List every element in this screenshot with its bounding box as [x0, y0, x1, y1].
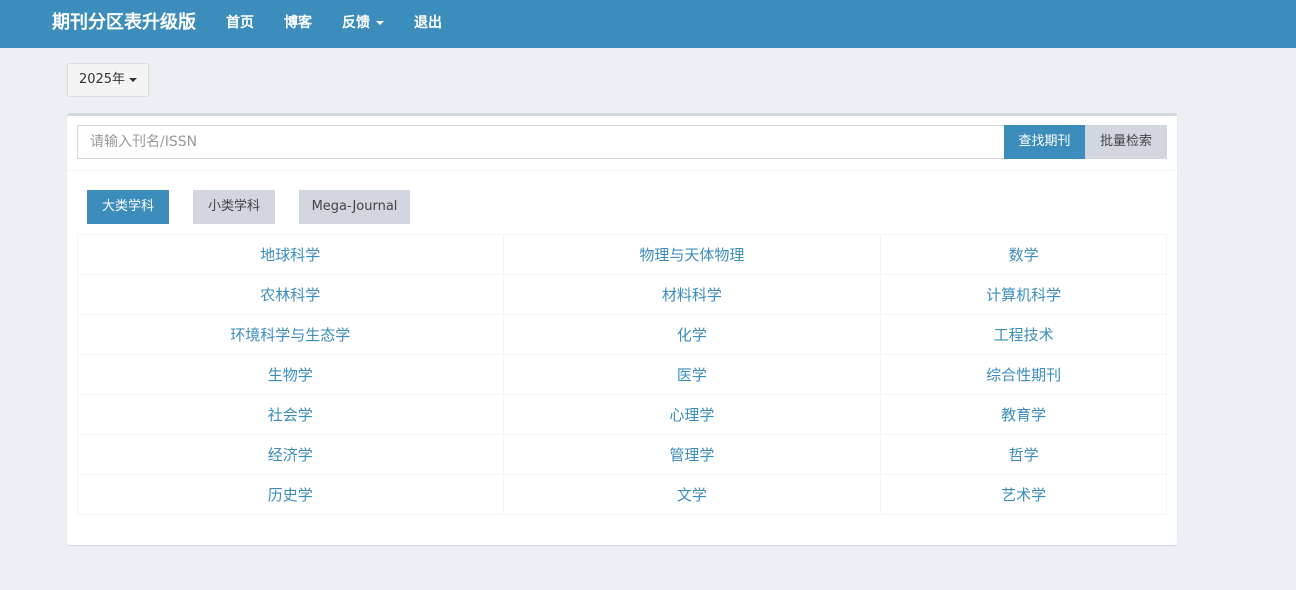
- subject-link[interactable]: 工程技术: [994, 326, 1054, 344]
- table-cell: 材料科学: [502, 274, 882, 315]
- subject-link[interactable]: 生物学: [268, 366, 313, 384]
- subject-link[interactable]: 农林科学: [260, 286, 320, 304]
- table-cell: 物理与天体物理: [502, 234, 882, 275]
- table-cell: 经济学: [77, 434, 504, 475]
- subject-link[interactable]: 物理与天体物理: [639, 246, 744, 264]
- table-cell: 文学: [502, 474, 882, 515]
- divider: [67, 170, 1177, 171]
- subject-table-body: 地球科学 物理与天体物理 数学农林科学 材料科学 计算机科学环境科学与生态学 化学 工程技术…: [77, 234, 1167, 515]
- tab-minor-subjects[interactable]: 小类学科: [193, 190, 275, 224]
- table-cell: 医学: [502, 354, 882, 395]
- caret-down-icon: [376, 21, 384, 25]
- year-selector-button[interactable]: 2025年: [67, 63, 149, 97]
- subject-link[interactable]: 艺术学: [1001, 486, 1046, 504]
- subject-link[interactable]: 历史学: [268, 486, 313, 504]
- table-cell: 农林科学: [77, 274, 504, 315]
- table-cell: 生物学: [77, 354, 504, 395]
- search-bar: 查找期刊 批量检索: [77, 125, 1167, 159]
- subject-link[interactable]: 环境科学与生态学: [230, 326, 350, 344]
- nav-home[interactable]: 首页: [226, 0, 254, 48]
- table-cell: 环境科学与生态学: [77, 314, 504, 355]
- table-cell: 数学: [880, 234, 1167, 275]
- table-cell: 艺术学: [880, 474, 1167, 515]
- find-journal-button[interactable]: 查找期刊: [1004, 125, 1085, 159]
- subject-link[interactable]: 数学: [1009, 246, 1039, 264]
- subject-link[interactable]: 医学: [677, 366, 707, 384]
- table-cell: 管理学: [502, 434, 882, 475]
- subject-link[interactable]: 综合性期刊: [986, 366, 1061, 384]
- subject-link[interactable]: 材料科学: [662, 286, 722, 304]
- table-row: 社会学 心理学 教育学: [77, 394, 1167, 435]
- table-cell: 社会学: [77, 394, 504, 435]
- subject-link[interactable]: 计算机科学: [986, 286, 1061, 304]
- caret-down-icon: [129, 77, 138, 82]
- table-cell: 计算机科学: [880, 274, 1167, 315]
- subject-link[interactable]: 文学: [677, 486, 707, 504]
- subject-link[interactable]: 经济学: [268, 446, 313, 464]
- table-cell: 心理学: [502, 394, 882, 435]
- table-cell: 工程技术: [880, 314, 1167, 355]
- tab-major-subjects[interactable]: 大类学科: [87, 190, 169, 224]
- table-cell: 综合性期刊: [880, 354, 1167, 395]
- table-cell: 地球科学: [77, 234, 504, 275]
- nav-feedback-label: 反馈: [342, 15, 370, 31]
- table-cell: 哲学: [880, 434, 1167, 475]
- table-row: 经济学 管理学 哲学: [77, 434, 1167, 475]
- table-row: 地球科学 物理与天体物理 数学: [77, 234, 1167, 275]
- subject-table: 地球科学 物理与天体物理 数学农林科学 材料科学 计算机科学环境科学与生态学 化学 工程技术…: [77, 234, 1167, 515]
- table-cell: 教育学: [880, 394, 1167, 435]
- table-cell: 历史学: [77, 474, 504, 515]
- tab-mega-journal[interactable]: Mega-Journal: [299, 190, 410, 224]
- table-row: 生物学 医学 综合性期刊: [77, 354, 1167, 395]
- batch-search-button[interactable]: 批量检索: [1085, 125, 1167, 159]
- site-brand[interactable]: 期刊分区表升级版: [52, 0, 196, 48]
- nav-feedback-dropdown[interactable]: 反馈: [342, 0, 384, 48]
- year-selector-label: 2025年: [78, 72, 126, 87]
- subject-link[interactable]: 教育学: [1001, 406, 1046, 424]
- table-row: 环境科学与生态学 化学 工程技术: [77, 314, 1167, 355]
- subject-link[interactable]: 化学: [677, 326, 707, 344]
- nav-blog[interactable]: 博客: [284, 0, 312, 48]
- table-cell: 化学: [502, 314, 882, 355]
- subject-link[interactable]: 心理学: [669, 406, 714, 424]
- subject-link[interactable]: 哲学: [1009, 446, 1039, 464]
- subject-link[interactable]: 管理学: [669, 446, 714, 464]
- journal-search-input[interactable]: [77, 125, 1005, 159]
- subject-link[interactable]: 社会学: [268, 406, 313, 424]
- table-row: 历史学 文学 艺术学: [77, 474, 1167, 515]
- search-panel: 查找期刊 批量检索 大类学科 小类学科 Mega-Journal 地球科学 物理与…: [67, 113, 1177, 545]
- table-row: 农林科学 材料科学 计算机科学: [77, 274, 1167, 315]
- nav-logout[interactable]: 退出: [414, 0, 442, 48]
- subject-link[interactable]: 地球科学: [260, 246, 320, 264]
- top-navbar: 期刊分区表升级版 首页 博客 反馈 退出: [0, 0, 1296, 48]
